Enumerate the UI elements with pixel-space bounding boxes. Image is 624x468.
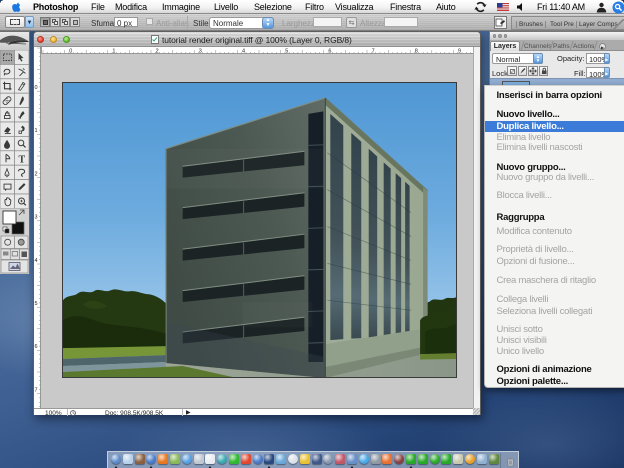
svg-text:2: 2	[35, 171, 38, 177]
svg-text:4: 4	[35, 258, 38, 264]
svg-text:1: 1	[35, 128, 38, 134]
svg-text:T: T	[19, 154, 26, 165]
svg-text:7: 7	[35, 387, 38, 393]
svg-text:6: 6	[35, 344, 38, 350]
svg-text:5: 5	[35, 301, 38, 307]
svg-text:3: 3	[35, 215, 38, 221]
svg-text:0: 0	[35, 85, 38, 91]
